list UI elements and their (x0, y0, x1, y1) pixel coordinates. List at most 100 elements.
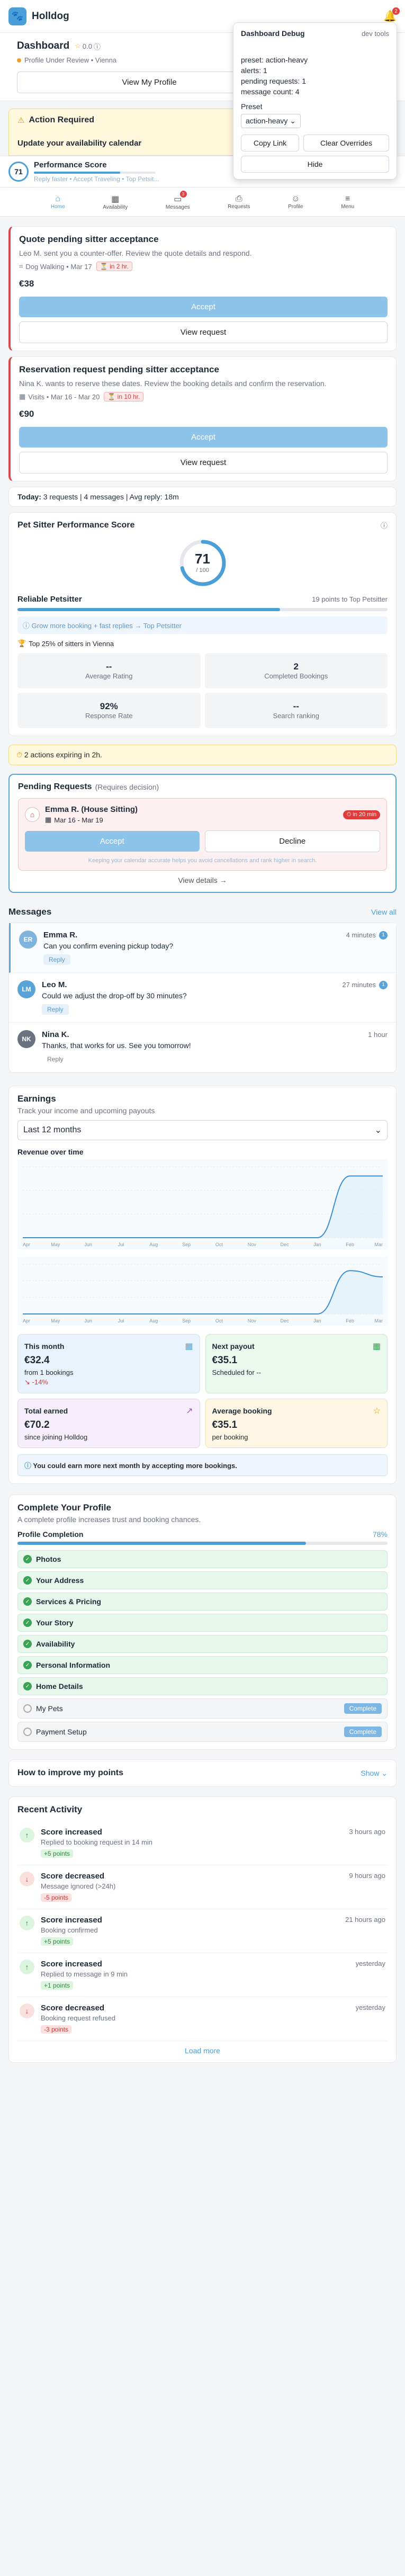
bottom-nav: ⌂ Home ▦ Availability ▭ 3 Messages ⎙ Requests… (0, 187, 405, 217)
house-icon: ⌂ (25, 807, 40, 822)
chevron-down-icon: ⌄ (374, 1126, 382, 1135)
debug-line: pending requests: 1 (241, 77, 306, 85)
score-value: 71 (195, 551, 210, 567)
period-select[interactable]: Last 12 months ⌄ (17, 1120, 388, 1140)
performance-card: Pet Sitter Performance Score ⓘ 71 / 100 … (8, 512, 397, 736)
message-text: Thanks, that works for us. See you tomor… (42, 1041, 191, 1050)
hourglass-icon: ⏳ (100, 263, 108, 270)
stat-search-ranking: -- Search ranking (204, 693, 388, 728)
preset-select[interactable]: action-heavy ⌄ (241, 114, 301, 128)
performance-sub: Reply faster • Accept Traveling • Top Pe… (34, 175, 159, 183)
profile-title: Complete Your Profile (17, 1502, 111, 1513)
activity-item: ↓ Score decreased yesterday Booking request… (17, 1997, 388, 2041)
series-area (23, 1271, 383, 1314)
accept-button[interactable]: Accept (19, 427, 388, 448)
points-badge: +5 points (41, 1849, 74, 1858)
x-tick-label: Aug (149, 1318, 158, 1323)
sender-name: Leo M. (42, 980, 67, 989)
activity-time: 9 hours ago (349, 1872, 385, 1880)
x-tick-label: Nov (248, 1242, 257, 1247)
hide-debug-button[interactable]: Hide (241, 156, 389, 173)
completion-label: Profile Completion (17, 1530, 84, 1539)
level-progress-bar (17, 608, 388, 611)
request-title: Quote pending sitter acceptance (19, 234, 159, 244)
profile-item: ✓ Your Address (17, 1571, 388, 1589)
next-payout-card: Next payout ▦ €35.1 Scheduled for -- (205, 1334, 388, 1393)
check-circle-icon: ✓ (23, 1661, 32, 1669)
copy-link-button[interactable]: Copy Link (241, 135, 299, 151)
profile-item[interactable]: Payment Setup Complete (17, 1722, 388, 1742)
performance-card-title: Pet Sitter Performance Score (17, 520, 135, 530)
nav-requests[interactable]: ⎙ Requests (228, 194, 250, 210)
reply-button[interactable]: Reply (43, 954, 70, 965)
reply-button[interactable]: Reply (42, 1054, 69, 1065)
x-tick-label: Feb (346, 1242, 354, 1247)
decline-button[interactable]: Decline (204, 830, 380, 852)
avatar: LM (17, 980, 35, 998)
improve-points-card[interactable]: How to improve my points Show ⌄ (8, 1759, 397, 1787)
check-circle-icon: ✓ (23, 1576, 32, 1585)
empty-circle-icon (23, 1704, 32, 1713)
notification-bell-icon[interactable]: 🔔 2 (383, 7, 400, 23)
x-tick-label: Jan (313, 1318, 321, 1323)
message-item[interactable]: NK Nina K. 1 hour Thanks, that works for us… (9, 1023, 396, 1072)
view-all-link[interactable]: View all (371, 908, 397, 916)
x-tick-label: Jul (118, 1318, 124, 1323)
profile-item-label: Your Address (36, 1576, 84, 1585)
paw-icon: ⌗ (19, 262, 23, 270)
completion-percent: 78% (372, 1530, 388, 1539)
profile-item-label: Availability (36, 1640, 75, 1648)
info-icon[interactable]: ⓘ (381, 520, 388, 530)
average-booking-card: Average booking ☆ €35.1 per booking (205, 1399, 388, 1448)
accept-button[interactable]: Accept (25, 831, 200, 852)
activity-desc: Booking request refused (41, 2014, 115, 2022)
x-tick-label: Jul (118, 1242, 124, 1247)
message-time: 4 minutes (346, 931, 376, 939)
star-icon: ☆ (373, 1407, 381, 1416)
profile-item[interactable]: My Pets Complete (17, 1698, 388, 1719)
view-request-button[interactable]: View request (19, 452, 388, 473)
nav-profile[interactable]: ☺ Profile (288, 194, 303, 210)
arrow-down-icon: ↓ (20, 2003, 34, 2018)
info-icon[interactable]: ⓘ (94, 41, 101, 51)
bookings-chart: Apr May Jun Jul Aug Sep Oct Nov Dec Jan Feb Mar (17, 1257, 388, 1326)
request-card: Reservation request pending sitter accep… (8, 356, 397, 481)
rating-value: 0.0 (82, 42, 92, 50)
chart-title: Revenue over time (17, 1148, 84, 1156)
view-details-link[interactable]: View details → (18, 876, 387, 884)
clock-icon: ⏱ (16, 750, 22, 759)
show-toggle[interactable]: Show ⌄ (361, 1769, 388, 1778)
sender-name: Emma R. (43, 931, 78, 940)
accept-button[interactable]: Accept (19, 297, 388, 317)
complete-button[interactable]: Complete (344, 1703, 382, 1714)
load-more-link[interactable]: Load more (17, 2046, 388, 2055)
activity-time: 21 hours ago (345, 1916, 385, 1924)
message-item[interactable]: LM Leo M. 27 minutes 1 Could we adjust the d… (9, 973, 396, 1023)
pending-title: Pending Requests (18, 782, 92, 791)
complete-button[interactable]: Complete (344, 1727, 382, 1737)
calendar-icon: ▦ (372, 1342, 381, 1351)
profile-item: ✓ Services & Pricing (17, 1593, 388, 1611)
reply-button[interactable]: Reply (42, 1004, 69, 1015)
completion-bar (17, 1542, 388, 1545)
x-tick-label: May (51, 1318, 60, 1323)
avatar: NK (17, 1030, 35, 1048)
message-time: 27 minutes (342, 981, 376, 989)
calendar-icon: ▦ (45, 816, 52, 824)
clear-overrides-button[interactable]: Clear Overrides (303, 135, 389, 151)
activity-title: Score increased (41, 1916, 102, 1925)
activity-time: yesterday (355, 2003, 385, 2011)
lightbulb-icon: ⓘ (24, 1462, 32, 1470)
hourglass-icon: ⏳ (107, 393, 116, 400)
message-item[interactable]: ER Emma R. 4 minutes 1 Can you confirm eveni… (9, 923, 396, 973)
nav-menu[interactable]: ≡ Menu (341, 194, 354, 210)
x-tick-label: Mar (375, 1318, 383, 1323)
nav-availability[interactable]: ▦ Availability (103, 194, 128, 210)
view-request-button[interactable]: View request (19, 321, 388, 343)
preset-label: Preset (241, 102, 263, 111)
nav-home[interactable]: ⌂ Home (51, 194, 65, 210)
x-tick-label: Aug (149, 1242, 158, 1247)
nav-messages[interactable]: ▭ 3 Messages (166, 190, 190, 210)
improve-title: How to improve my points (17, 1768, 124, 1777)
activity-title: Score decreased (41, 1872, 105, 1881)
